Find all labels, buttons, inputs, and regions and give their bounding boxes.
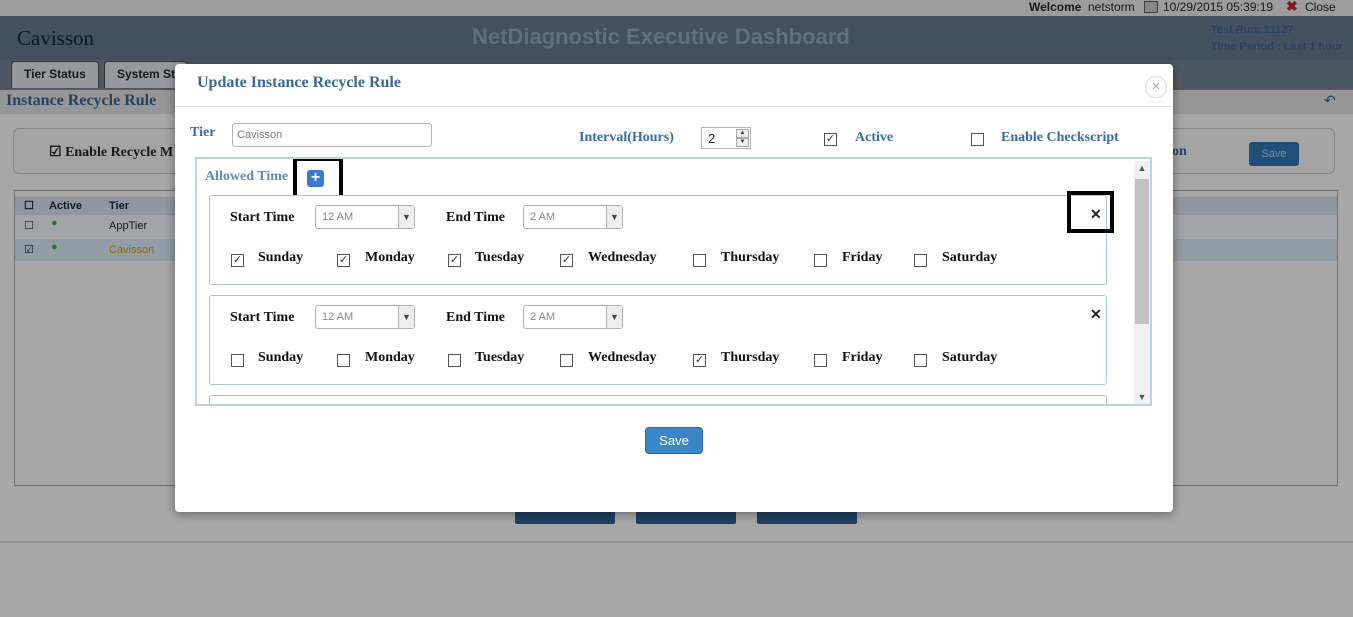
sunday-checkbox[interactable] bbox=[231, 354, 244, 367]
friday-label: Friday bbox=[842, 350, 883, 365]
scroll-up-icon[interactable]: ▲ bbox=[1134, 161, 1150, 175]
chevron-down-icon: ▼ bbox=[606, 206, 622, 228]
thursday-checkbox[interactable] bbox=[693, 254, 706, 267]
dialog-title: Update Instance Recycle Rule bbox=[197, 74, 401, 91]
tier-label: Tier bbox=[190, 125, 216, 140]
chevron-down-icon: ▼ bbox=[606, 306, 622, 328]
monday-label: Monday bbox=[365, 350, 415, 365]
scrollbar-thumb[interactable] bbox=[1135, 179, 1149, 324]
thursday-checkbox[interactable]: ✓ bbox=[693, 354, 706, 367]
allowed-time-container: Allowed Time + Start Time 12 AM ▼ End Tim… bbox=[195, 157, 1152, 406]
save-button[interactable]: Save bbox=[645, 427, 703, 454]
friday-label: Friday bbox=[842, 250, 883, 265]
saturday-label: Saturday bbox=[942, 350, 998, 365]
tuesday-checkbox[interactable] bbox=[448, 354, 461, 367]
thursday-label: Thursday bbox=[721, 350, 780, 365]
time-block: Start Time 12 AM ▼ End Time 2 AM ▼ ✕ Sunda… bbox=[209, 295, 1107, 385]
monday-checkbox[interactable] bbox=[337, 354, 350, 367]
dialog-close-button[interactable]: × bbox=[1145, 76, 1167, 98]
time-block bbox=[209, 395, 1107, 404]
interval-label: Interval(Hours) bbox=[579, 130, 674, 145]
saturday-checkbox[interactable] bbox=[914, 354, 927, 367]
start-time-label: Start Time bbox=[230, 310, 295, 325]
monday-checkbox[interactable]: ✓ bbox=[337, 254, 350, 267]
end-time-label: End Time bbox=[446, 310, 506, 325]
start-time-label: Start Time bbox=[230, 210, 295, 225]
sunday-checkbox[interactable]: ✓ bbox=[231, 254, 244, 267]
start-time-select[interactable]: 12 AM ▼ bbox=[315, 205, 415, 229]
end-time-select[interactable]: 2 AM ▼ bbox=[523, 305, 623, 329]
tuesday-label: Tuesday bbox=[475, 350, 525, 365]
end-time-label: End Time bbox=[446, 210, 506, 225]
tuesday-label: Tuesday bbox=[475, 250, 525, 265]
remove-block-icon[interactable]: ✕ bbox=[1090, 206, 1102, 223]
remove-block-icon[interactable]: ✕ bbox=[1090, 306, 1102, 323]
sunday-label: Sunday bbox=[258, 350, 304, 365]
divider bbox=[175, 106, 1173, 107]
wednesday-checkbox[interactable] bbox=[560, 354, 573, 367]
friday-checkbox[interactable] bbox=[814, 254, 827, 267]
spinner-up-icon[interactable]: ▲ bbox=[736, 129, 749, 138]
end-time-select[interactable]: 2 AM ▼ bbox=[523, 205, 623, 229]
monday-label: Monday bbox=[365, 250, 415, 265]
chevron-down-icon: ▼ bbox=[398, 306, 414, 328]
highlight-box bbox=[293, 159, 343, 199]
allowed-time-label: Allowed Time bbox=[205, 169, 289, 184]
time-block: Start Time 12 AM ▼ End Time 2 AM ▼ ✕ ✓ Sun… bbox=[209, 191, 1114, 285]
start-time-select[interactable]: 12 AM ▼ bbox=[315, 305, 415, 329]
active-label: Active bbox=[855, 130, 894, 145]
thursday-label: Thursday bbox=[721, 250, 780, 265]
enable-checkscript-label: Enable Checkscript bbox=[1001, 130, 1119, 145]
enable-checkscript-checkbox[interactable] bbox=[971, 133, 984, 146]
spinner-down-icon[interactable]: ▼ bbox=[736, 138, 749, 147]
wednesday-label: Wednesday bbox=[588, 250, 657, 265]
update-rule-dialog: Update Instance Recycle Rule × Tier Inte… bbox=[175, 64, 1173, 512]
scrollbar[interactable]: ▲ ▼ bbox=[1134, 161, 1150, 404]
saturday-label: Saturday bbox=[942, 250, 998, 265]
sunday-label: Sunday bbox=[258, 250, 304, 265]
saturday-checkbox[interactable] bbox=[914, 254, 927, 267]
interval-spinner[interactable]: 2 ▲ ▼ bbox=[701, 127, 751, 149]
interval-value: 2 bbox=[708, 131, 716, 146]
friday-checkbox[interactable] bbox=[814, 354, 827, 367]
wednesday-label: Wednesday bbox=[588, 350, 657, 365]
scroll-down-icon[interactable]: ▼ bbox=[1134, 390, 1150, 404]
chevron-down-icon: ▼ bbox=[398, 206, 414, 228]
tier-input[interactable] bbox=[232, 123, 432, 147]
wednesday-checkbox[interactable]: ✓ bbox=[560, 254, 573, 267]
active-checkbox[interactable]: ✓ bbox=[824, 133, 837, 146]
tuesday-checkbox[interactable]: ✓ bbox=[448, 254, 461, 267]
